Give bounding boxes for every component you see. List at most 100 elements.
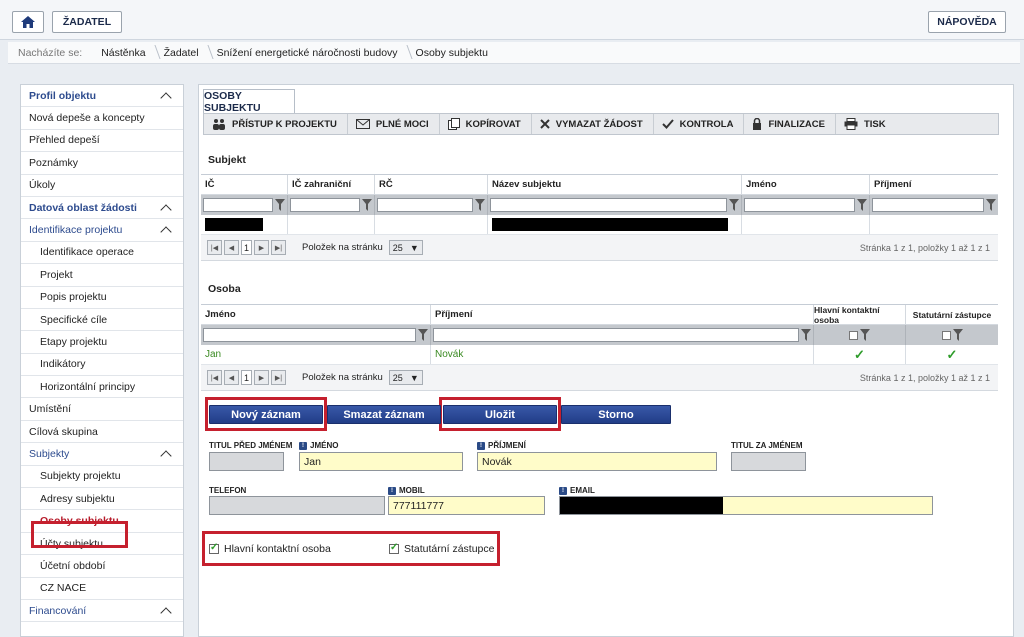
next-page-icon[interactable]: ▶ [254, 370, 269, 385]
last-page-icon[interactable]: ▶| [271, 370, 286, 385]
telefon-input[interactable] [209, 496, 385, 515]
page-number[interactable]: 1 [241, 370, 252, 385]
new-record-button[interactable]: Nový záznam [209, 405, 323, 424]
help-button[interactable]: NÁPOVĚDA [928, 11, 1006, 33]
filter-last-name-input[interactable] [872, 198, 984, 212]
col-statutory[interactable]: Statutární zástupce [906, 305, 998, 324]
col-osoba-first-name[interactable]: Jméno [201, 305, 431, 324]
chevron-up-icon[interactable] [161, 606, 171, 616]
page-number[interactable]: 1 [241, 240, 252, 255]
filter-ic-input[interactable] [203, 198, 273, 212]
filter-ic-foreign-input[interactable] [290, 198, 360, 212]
sidebar-item-horizontalni-principy[interactable]: Horizontální principy [21, 376, 183, 399]
prev-page-icon[interactable]: ◀ [224, 240, 239, 255]
funnel-icon[interactable] [418, 329, 428, 341]
sidebar-item-etapy-projektu[interactable]: Etapy projektu [21, 331, 183, 354]
sidebar-item-identifikace-projektu[interactable]: Identifikace projektu [21, 219, 183, 242]
sidebar-item-prehled-depesi[interactable]: Přehled depeší [21, 130, 183, 153]
filter-osoba-first-name-input[interactable] [203, 328, 416, 342]
filter-main-contact-checkbox[interactable] [849, 330, 858, 340]
save-button[interactable]: Uložit [443, 405, 557, 424]
sidebar-item-poznamky[interactable]: Poznámky [21, 152, 183, 175]
delete-record-button[interactable]: Smazat záznam [327, 405, 441, 424]
check-button[interactable]: KONTROLA [654, 114, 745, 134]
chevron-up-icon[interactable] [161, 449, 171, 459]
breadcrumb-item-project[interactable]: Snížení energetické náročnosti budovy [208, 47, 407, 59]
copy-button[interactable]: KOPÍROVAT [440, 114, 532, 134]
col-first-name[interactable]: Jméno [742, 175, 870, 194]
funnel-icon[interactable] [362, 199, 372, 211]
sidebar-item-cz-nace[interactable]: CZ NACE [21, 578, 183, 600]
col-main-contact[interactable]: Hlavní kontaktní osoba [814, 305, 906, 325]
power-of-attorney-button[interactable]: PLNÉ MOCI [348, 114, 440, 134]
per-page-select[interactable]: 25 ▼ [388, 240, 423, 255]
mobil-input[interactable]: 777111777 [388, 496, 545, 515]
col-ic-foreign[interactable]: IČ zahraniční [288, 175, 375, 194]
statutory-checkbox[interactable] [389, 542, 399, 554]
titul-za-input[interactable] [731, 452, 806, 471]
last-page-icon[interactable]: ▶| [271, 240, 286, 255]
table-row[interactable] [201, 215, 998, 235]
col-last-name[interactable]: Příjmení [870, 175, 998, 194]
funnel-icon[interactable] [275, 199, 285, 211]
sidebar-item-subjekty-projektu[interactable]: Subjekty projektu [21, 466, 183, 489]
sidebar-item-popis-projektu[interactable]: Popis projektu [21, 287, 183, 309]
funnel-icon[interactable] [857, 199, 867, 211]
breadcrumb-item-zadatel[interactable]: Žadatel [155, 47, 208, 59]
col-osoba-last-name[interactable]: Příjmení [431, 305, 814, 324]
cancel-button[interactable]: Storno [561, 405, 671, 424]
funnel-icon[interactable] [860, 329, 870, 341]
access-project-button[interactable]: PŘÍSTUP K PROJEKTU [204, 114, 348, 134]
chevron-up-icon[interactable] [161, 203, 171, 213]
col-subject-name[interactable]: Název subjektu [488, 175, 742, 194]
filter-statutory-checkbox[interactable] [941, 330, 951, 340]
main-contact-checkbox[interactable] [209, 542, 219, 554]
zadatel-button[interactable]: ŽADATEL [52, 11, 122, 33]
statutory-checkbox-row[interactable]: Statutární zástupce [389, 542, 494, 555]
sidebar-item-indikatory[interactable]: Indikátory [21, 354, 183, 377]
filter-subject-name-input[interactable] [490, 198, 727, 212]
sidebar-item-adresy-subjektu[interactable]: Adresy subjektu [21, 488, 183, 511]
print-button[interactable]: TISK [836, 114, 896, 134]
email-input[interactable] [559, 496, 933, 515]
chevron-up-icon[interactable] [161, 225, 171, 235]
filter-osoba-last-name-input[interactable] [433, 328, 799, 342]
home-button[interactable] [12, 11, 44, 33]
main-contact-checkbox-row[interactable]: Hlavní kontaktní osoba [209, 542, 331, 555]
chevron-up-icon[interactable] [161, 91, 171, 101]
col-rc[interactable]: RČ [375, 175, 488, 194]
filter-rc-input[interactable] [377, 198, 473, 212]
first-page-icon[interactable]: |◀ [207, 370, 222, 385]
first-page-icon[interactable]: |◀ [207, 240, 222, 255]
prev-page-icon[interactable]: ◀ [224, 370, 239, 385]
sidebar-item-datova-oblast-zadosti[interactable]: Datová oblast žádosti [21, 197, 183, 220]
tab-osoby-subjektu[interactable]: OSOBY SUBJEKTU [203, 89, 295, 114]
funnel-icon[interactable] [952, 329, 963, 341]
funnel-icon[interactable] [801, 329, 811, 341]
delete-request-button[interactable]: VYMAZAT ŽÁDOST [532, 114, 654, 134]
sidebar-item-subjekty[interactable]: Subjekty [21, 443, 183, 466]
sidebar-item-nova-depese-a-koncepty[interactable]: Nová depeše a koncepty [21, 107, 183, 130]
sidebar-item-projekt[interactable]: Projekt [21, 264, 183, 287]
per-page-select[interactable]: 25 ▼ [388, 370, 423, 385]
funnel-icon[interactable] [986, 199, 996, 211]
jmeno-input[interactable]: Jan [299, 452, 463, 471]
sidebar-item-ucetni-obdobi[interactable]: Účetní období [21, 555, 183, 578]
sidebar-item-specificke-cile[interactable]: Specifické cíle [21, 309, 183, 332]
sidebar-item-identifikace-operace[interactable]: Identifikace operace [21, 242, 183, 265]
sidebar-item-financovani[interactable]: Financování [21, 600, 183, 623]
funnel-icon[interactable] [729, 199, 739, 211]
sidebar-item-umisteni[interactable]: Umístění [21, 398, 183, 421]
finalize-button[interactable]: FINALIZACE [744, 114, 836, 134]
sidebar-item-cilova-skupina[interactable]: Cílová skupina [21, 421, 183, 444]
funnel-icon[interactable] [475, 199, 485, 211]
table-row[interactable]: Jan Novák ✓ ✓ [201, 345, 998, 365]
prijmeni-input[interactable]: Novák [477, 452, 717, 471]
col-ic[interactable]: IČ [201, 175, 288, 194]
breadcrumb-item-nastenka[interactable]: Nástěnka [92, 47, 154, 59]
sidebar-item-profil-objektu[interactable]: Profil objektu [21, 85, 183, 108]
sidebar-item-ukoly[interactable]: Úkoly [21, 175, 183, 197]
next-page-icon[interactable]: ▶ [254, 240, 269, 255]
titul-pred-input[interactable] [209, 452, 284, 471]
filter-first-name-input[interactable] [744, 198, 855, 212]
